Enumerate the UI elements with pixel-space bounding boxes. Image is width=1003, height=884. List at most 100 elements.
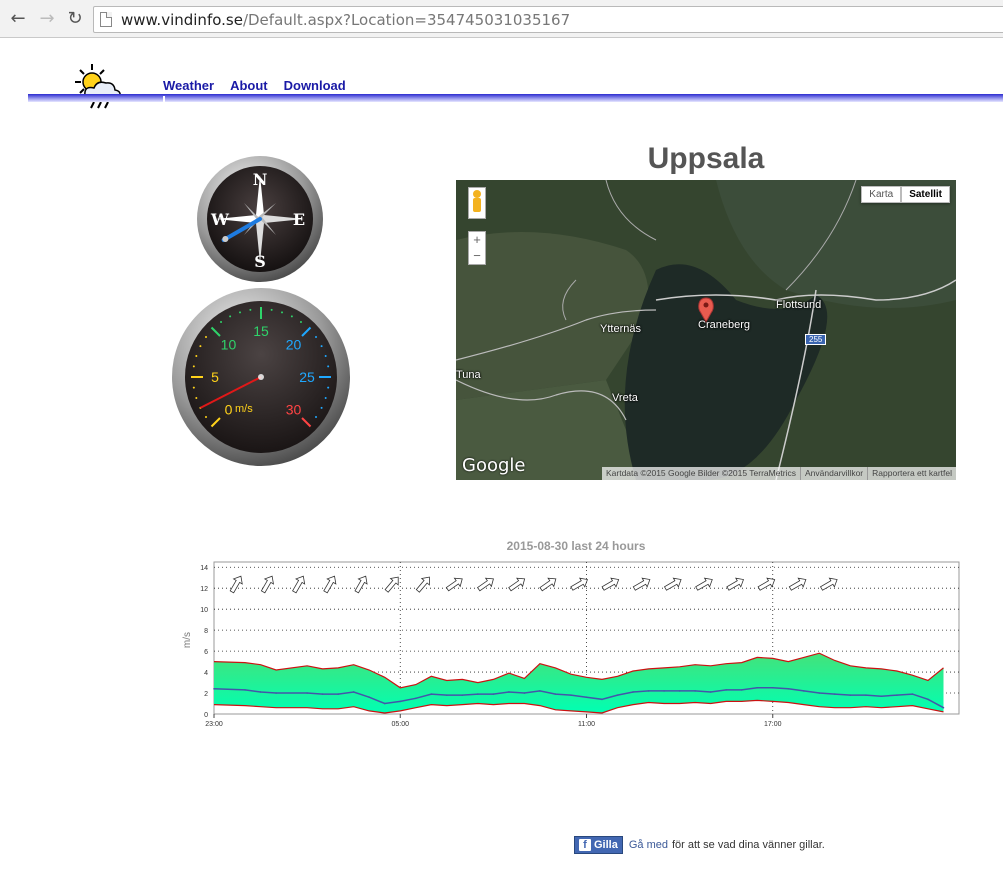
menu-divider	[163, 96, 165, 112]
chart-mean-point	[554, 693, 557, 695]
chart-mean-point	[771, 686, 774, 689]
chart-mean-point	[865, 694, 867, 696]
terms-link[interactable]: Användarvillkor	[800, 467, 867, 480]
gauge-minor-tick	[315, 336, 318, 339]
like-text: för att se vad dina vänner gillar.	[671, 839, 825, 851]
chart-mean-point	[802, 690, 805, 692]
chart-mean-point	[383, 702, 386, 705]
url-path: /Default.aspx?Location=354745031035167	[242, 11, 571, 29]
gauge-tick-label: 30	[286, 402, 302, 418]
gauge-tick-label: 25	[299, 369, 315, 385]
chart-mean-point	[508, 691, 510, 693]
chart-mean-point	[306, 692, 308, 694]
chart-y-tick-label: 8	[204, 628, 208, 635]
chart-mean-point	[585, 696, 588, 699]
map-copyright: Kartdata ©2015 Google Bilder ©2015 Terra…	[605, 468, 797, 478]
gauge-minor-tick	[281, 311, 284, 314]
join-link[interactable]: Gå med	[629, 839, 668, 851]
gauge-minor-tick	[195, 397, 198, 400]
chart-y-tick-label: 12	[200, 586, 208, 593]
menu-weather-link[interactable]: Weather	[163, 78, 214, 93]
address-bar[interactable]: www.vindinfo.se/Default.aspx?Location=35…	[93, 6, 1003, 33]
gauge-minor-tick	[199, 345, 202, 348]
chart-y-axis-label: m/s	[182, 632, 193, 648]
compass-widget: N E S W	[197, 156, 323, 282]
gauge-minor-tick	[249, 308, 252, 311]
chart-y-tick-label: 2	[204, 691, 208, 698]
compass-n-label: N	[253, 170, 268, 189]
gauge-tick-label: 15	[253, 323, 269, 339]
map-label-ytternas: Ytternäs	[600, 323, 641, 335]
chart-mean-point	[477, 693, 479, 695]
compass-w-label: W	[210, 210, 230, 229]
map-type-karta-button[interactable]: Karta	[861, 186, 902, 203]
gauge-minor-tick	[192, 386, 195, 389]
zoom-out-button[interactable]: −	[469, 248, 485, 264]
chart-x-tick-label: 23:00	[205, 721, 223, 728]
gauge-tick-label: 20	[286, 336, 302, 352]
gauge-minor-tick	[229, 315, 232, 318]
chart-mean-point	[275, 692, 277, 694]
chart-mean-point	[694, 690, 696, 692]
street-view-pegman-icon[interactable]	[468, 187, 486, 219]
map-zoom-control[interactable]: + −	[468, 231, 486, 265]
chart-mean-point	[663, 690, 665, 692]
gauge-tick-label: 10	[221, 336, 237, 352]
gauge-minor-tick	[270, 308, 273, 311]
map-type-satellit-button[interactable]: Satellit	[901, 186, 950, 203]
google-logo[interactable]: Google	[462, 455, 525, 476]
browser-toolbar: ← → ↻ www.vindinfo.se/Default.aspx?Locat…	[0, 0, 1003, 38]
chart-mean-point	[244, 689, 246, 691]
gauge-minor-tick	[320, 345, 323, 348]
chart-x-tick-label: 17:00	[764, 721, 782, 728]
facebook-icon: f	[579, 839, 591, 851]
header-bar	[28, 94, 1003, 102]
gauge-tick-label: 5	[211, 369, 219, 385]
chart-mean-point	[896, 694, 898, 696]
location-map[interactable]: + − Karta Satellit Flottsund Ytternäs Cr…	[456, 180, 956, 480]
chart-mean-point	[446, 694, 448, 696]
forward-arrow-icon[interactable]: →	[37, 9, 57, 29]
gauge-minor-tick	[220, 320, 223, 323]
road-number-badge: 255	[805, 334, 827, 345]
weather-logo-icon	[75, 64, 121, 109]
wind-history-chart: 0 2 4 6 8 10 12 14 23:00 05:00 11:00 17:00 m/s	[182, 561, 960, 728]
chart-mean-point	[259, 691, 262, 693]
chart-y-tick-label: 0	[204, 712, 208, 719]
chart-mean-point	[414, 697, 417, 700]
menu-download-link[interactable]: Download	[284, 78, 346, 93]
gauge-minor-tick	[204, 336, 207, 339]
chart-title: 2015-08-30 last 24 hours	[506, 539, 646, 553]
chart-mean-point	[818, 692, 821, 694]
reload-icon[interactable]: ↻	[65, 9, 85, 29]
url-text[interactable]: www.vindinfo.se/Default.aspx?Location=35…	[121, 11, 570, 29]
back-arrow-icon[interactable]: ←	[8, 9, 28, 29]
gauge-minor-tick	[299, 320, 302, 323]
chart-mean-point	[461, 694, 464, 696]
chart-mean-point	[787, 688, 790, 690]
chart-mean-point	[632, 691, 634, 693]
menu-about-link[interactable]: About	[230, 78, 268, 93]
chart-mean-point	[492, 693, 495, 695]
chart-y-tick-label: 4	[204, 670, 208, 677]
gauge-minor-tick	[238, 311, 241, 314]
chart-mean-point	[352, 691, 355, 693]
chart-mean-point	[756, 686, 759, 689]
chart-mean-point	[911, 693, 914, 695]
chart-mean-point	[709, 691, 712, 693]
chart-mean-point	[678, 690, 681, 692]
gauge-minor-tick	[320, 406, 323, 409]
map-label-flottsund: Flottsund	[776, 299, 822, 311]
chart-mean-point	[616, 694, 619, 696]
chart-mean-point	[570, 694, 572, 696]
chart-mean-point	[399, 700, 402, 703]
facebook-like-button[interactable]: f Gilla	[574, 836, 623, 854]
gauge-minor-tick	[324, 354, 327, 357]
zoom-in-button[interactable]: +	[469, 232, 485, 248]
report-error-link[interactable]: Rapportera ett kartfel	[867, 467, 956, 480]
gauge-minor-tick	[315, 415, 318, 418]
chart-mean-point	[740, 689, 743, 691]
map-label-tuna: Tuna	[456, 369, 481, 381]
compass-e-label: E	[293, 210, 305, 229]
url-host: www.vindinfo.se	[121, 11, 243, 29]
